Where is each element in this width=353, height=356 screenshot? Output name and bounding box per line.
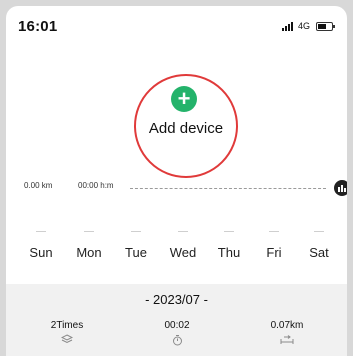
day-label: Fri xyxy=(266,245,282,260)
stopwatch-icon xyxy=(137,334,217,349)
distance-total: 0.07km xyxy=(270,320,304,331)
layers-icon xyxy=(27,334,107,348)
bar-chart-icon[interactable] xyxy=(334,180,347,196)
dashed-divider xyxy=(130,188,326,189)
add-device-label[interactable]: Add device xyxy=(134,120,238,137)
distance-value: 0.00 km xyxy=(24,181,53,190)
day-label: Sat xyxy=(309,245,329,260)
day-tue[interactable]: Tue xyxy=(116,231,156,260)
day-sat[interactable]: Sat xyxy=(299,231,339,260)
duration-value: 00:00 h:m xyxy=(78,181,114,190)
times-value: 2Times xyxy=(50,320,84,331)
monthly-summary-panel: - 2023/07 - 2Times 00:02 0.07km xyxy=(6,284,347,356)
status-indicators: 4G xyxy=(281,21,335,31)
status-bar: 16:01 4G xyxy=(6,6,347,46)
battery-icon xyxy=(316,21,335,31)
month-selector[interactable]: - 2023/07 - xyxy=(6,292,347,307)
day-sun[interactable]: Sun xyxy=(21,231,61,260)
distance-icon xyxy=(247,334,327,348)
status-time: 16:01 xyxy=(18,18,58,35)
day-label: Tue xyxy=(125,245,147,260)
day-wed[interactable]: Wed xyxy=(163,231,203,260)
signal-bars-icon xyxy=(281,21,293,31)
day-label: Sun xyxy=(29,245,53,260)
day-tick xyxy=(84,231,94,232)
day-mon[interactable]: Mon xyxy=(69,231,109,260)
day-tick xyxy=(36,231,46,232)
day-label: Thu xyxy=(217,245,241,260)
add-device-area[interactable]: + Add device xyxy=(134,74,240,180)
week-day-selector: Sun Mon Tue Wed Thu Fri Sat xyxy=(6,231,347,281)
day-tick xyxy=(131,231,141,232)
day-thu[interactable]: Thu xyxy=(209,231,249,260)
day-label: Mon xyxy=(76,245,102,260)
stat-times: 2Times xyxy=(27,320,107,348)
stat-distance: 0.07km xyxy=(247,320,327,348)
day-tick xyxy=(314,231,324,232)
plus-circle-icon[interactable]: + xyxy=(171,86,197,112)
day-tick xyxy=(269,231,279,232)
day-fri[interactable]: Fri xyxy=(254,231,294,260)
duration-total: 00:02 xyxy=(164,320,190,331)
app-screen: 16:01 4G + Add device 0.00 km 00:00 h:m xyxy=(6,6,347,356)
day-tick xyxy=(178,231,188,232)
summary-row: 0.00 km 00:00 h:m xyxy=(14,178,347,198)
stat-duration: 00:02 xyxy=(137,320,217,349)
day-tick xyxy=(224,231,234,232)
day-label: Wed xyxy=(169,245,197,260)
network-type: 4G xyxy=(297,21,310,31)
